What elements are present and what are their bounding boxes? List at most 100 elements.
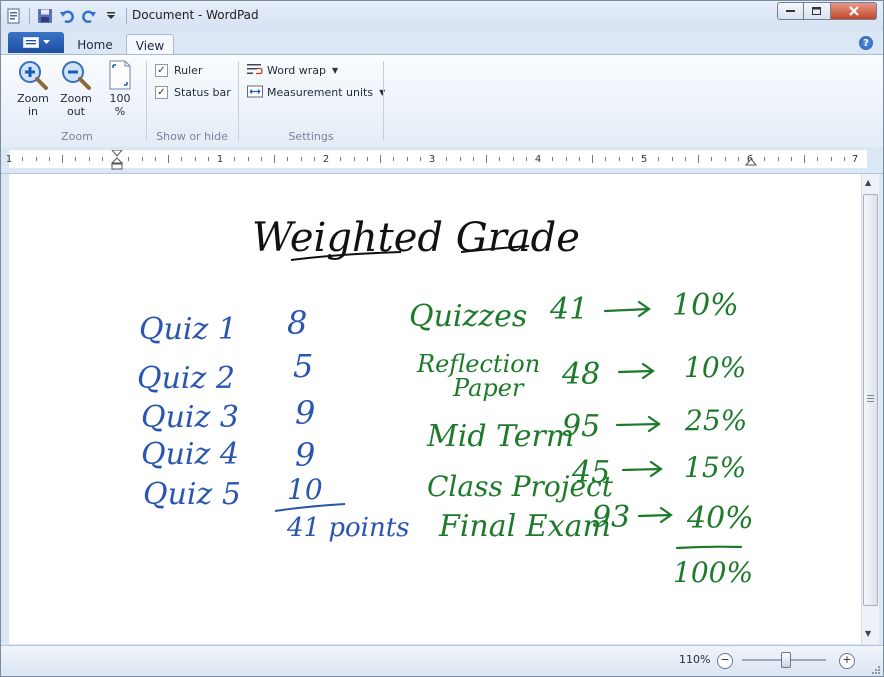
weight-percent: 15% [684, 451, 746, 484]
minimize-button[interactable] [777, 2, 804, 20]
ribbon-tab-row: Home View ? [1, 31, 883, 56]
ruler-tick [234, 157, 235, 161]
ruler-tick [340, 157, 341, 161]
ruler-tick [698, 155, 699, 163]
zoom-out-button[interactable]: Zoom out [60, 59, 92, 118]
grip-icon [867, 395, 874, 402]
undo-icon[interactable] [58, 7, 76, 25]
ruler-tick [407, 157, 408, 161]
scroll-up-icon[interactable]: ▲ [865, 178, 871, 187]
zoom-in-button-status[interactable]: + [839, 653, 855, 669]
ruler-tick [844, 157, 845, 161]
application-menu-button[interactable] [8, 32, 64, 53]
weight-percent: 10% [684, 351, 746, 384]
window-controls [777, 2, 877, 20]
customize-qat-chevron-down-icon[interactable] [102, 7, 120, 25]
quiz-score: 9 [295, 394, 315, 432]
ruler-tick [354, 157, 355, 161]
ruler[interactable]: 1 1 2 3 4 5 6 7 [1, 147, 883, 174]
ruler-tick [195, 157, 196, 161]
weight-total: 100% [673, 556, 753, 589]
resize-grip-icon[interactable] [871, 665, 881, 675]
zoom-100-label-1: 100 [109, 92, 131, 105]
vertical-scrollbar[interactable]: ▲ ▼ [861, 174, 879, 644]
ruler-tick [566, 157, 567, 161]
tab-home[interactable]: Home [71, 34, 119, 55]
zoom-slider-thumb[interactable] [781, 652, 791, 668]
weight-percent: 25% [684, 404, 747, 437]
ruler-checkbox-box: ✓ [155, 64, 168, 77]
ruler-tick [817, 157, 818, 161]
ruler-tick [592, 155, 593, 163]
ruler-tick [685, 157, 686, 161]
ruler-tick [261, 157, 262, 161]
ribbon-view: Zoom in Zoom out 100 % Zoom ✓ Ruler ✓ St… [1, 54, 883, 148]
zoom-out-label-2: out [66, 105, 85, 118]
ruler-tick [208, 157, 209, 161]
measurement-units-button[interactable]: Measurement units ▼ [247, 85, 385, 99]
zoom-100-percent-button[interactable]: 100 % [104, 59, 136, 118]
close-icon [848, 6, 859, 16]
quiz-score: 9 [295, 436, 315, 474]
ruler-number: 3 [428, 154, 436, 165]
group-label-show-or-hide: Show or hide [156, 130, 228, 143]
ruler-tick [22, 157, 23, 161]
status-bar-checkbox-label: Status bar [174, 86, 231, 99]
group-label-settings: Settings [288, 130, 334, 143]
quiz-score: 10 [287, 473, 323, 506]
ribbon-group-separator [238, 61, 239, 141]
ruler-tick [36, 157, 37, 161]
maximize-button[interactable] [804, 2, 831, 20]
ruler-tick [804, 155, 805, 163]
ruler-tick [102, 157, 103, 161]
minimize-icon [785, 10, 795, 12]
quiz-score: 5 [293, 347, 313, 385]
close-button[interactable] [831, 2, 877, 20]
doc-title: Weighted Grade [252, 215, 580, 261]
ruler-tick [778, 157, 779, 161]
ruler-tick [274, 155, 275, 163]
quiz-label: Quiz 4 [141, 437, 239, 472]
quiz-label: Quiz 2 [137, 361, 235, 396]
word-wrap-button[interactable]: Word wrap ▼ [247, 63, 338, 77]
ruler-strip: 1 1 2 3 4 5 6 7 [6, 150, 867, 170]
redo-icon[interactable] [80, 7, 98, 25]
zoom-out-button-status[interactable]: − [717, 653, 733, 669]
ruler-tick [473, 157, 474, 161]
qat-separator [126, 8, 127, 24]
quick-access-toolbar [5, 5, 129, 27]
weight-score: 45 [571, 455, 610, 490]
tab-view[interactable]: View [126, 34, 174, 56]
ruler-tick [380, 155, 381, 163]
status-bar-checkbox[interactable]: ✓ Status bar [155, 86, 231, 99]
ruler-tick [393, 157, 394, 161]
ruler-tick [181, 157, 182, 161]
right-indent-marker-icon[interactable] [745, 158, 757, 168]
ruler-tick [513, 157, 514, 161]
wordpad-app-icon[interactable] [5, 7, 23, 25]
vertical-scroll-thumb[interactable] [863, 194, 878, 606]
arrow-icon [637, 506, 673, 524]
scroll-down-icon[interactable]: ▼ [865, 629, 871, 638]
ruler-tick [155, 157, 156, 161]
ruler-tick [791, 157, 792, 161]
quiz-total: 41 points [286, 513, 410, 543]
ruler-tick [248, 157, 249, 161]
help-icon[interactable]: ? [859, 36, 873, 50]
zoom-100-label-2: % [114, 105, 126, 118]
indent-marker-icon[interactable] [111, 150, 123, 170]
document-area[interactable]: Weighted Grade Quiz 1 8 Quiz 2 5 Quiz 3 … [9, 174, 861, 644]
save-icon[interactable] [36, 7, 54, 25]
ruler-checkbox[interactable]: ✓ Ruler [155, 64, 202, 77]
quiz-score: 8 [287, 304, 307, 342]
ribbon-group-separator [146, 61, 147, 141]
ruler-number: 5 [640, 154, 648, 165]
ruler-tick [831, 157, 832, 161]
zoom-in-button[interactable]: Zoom in [17, 59, 49, 118]
ruler-number: 7 [851, 154, 859, 165]
weight-category: Paper [452, 374, 525, 402]
ruler-tick [552, 157, 553, 161]
weight-score: 93 [592, 500, 630, 535]
ruler-tick [367, 157, 368, 161]
title-bar: Document - WordPad [1, 1, 883, 31]
